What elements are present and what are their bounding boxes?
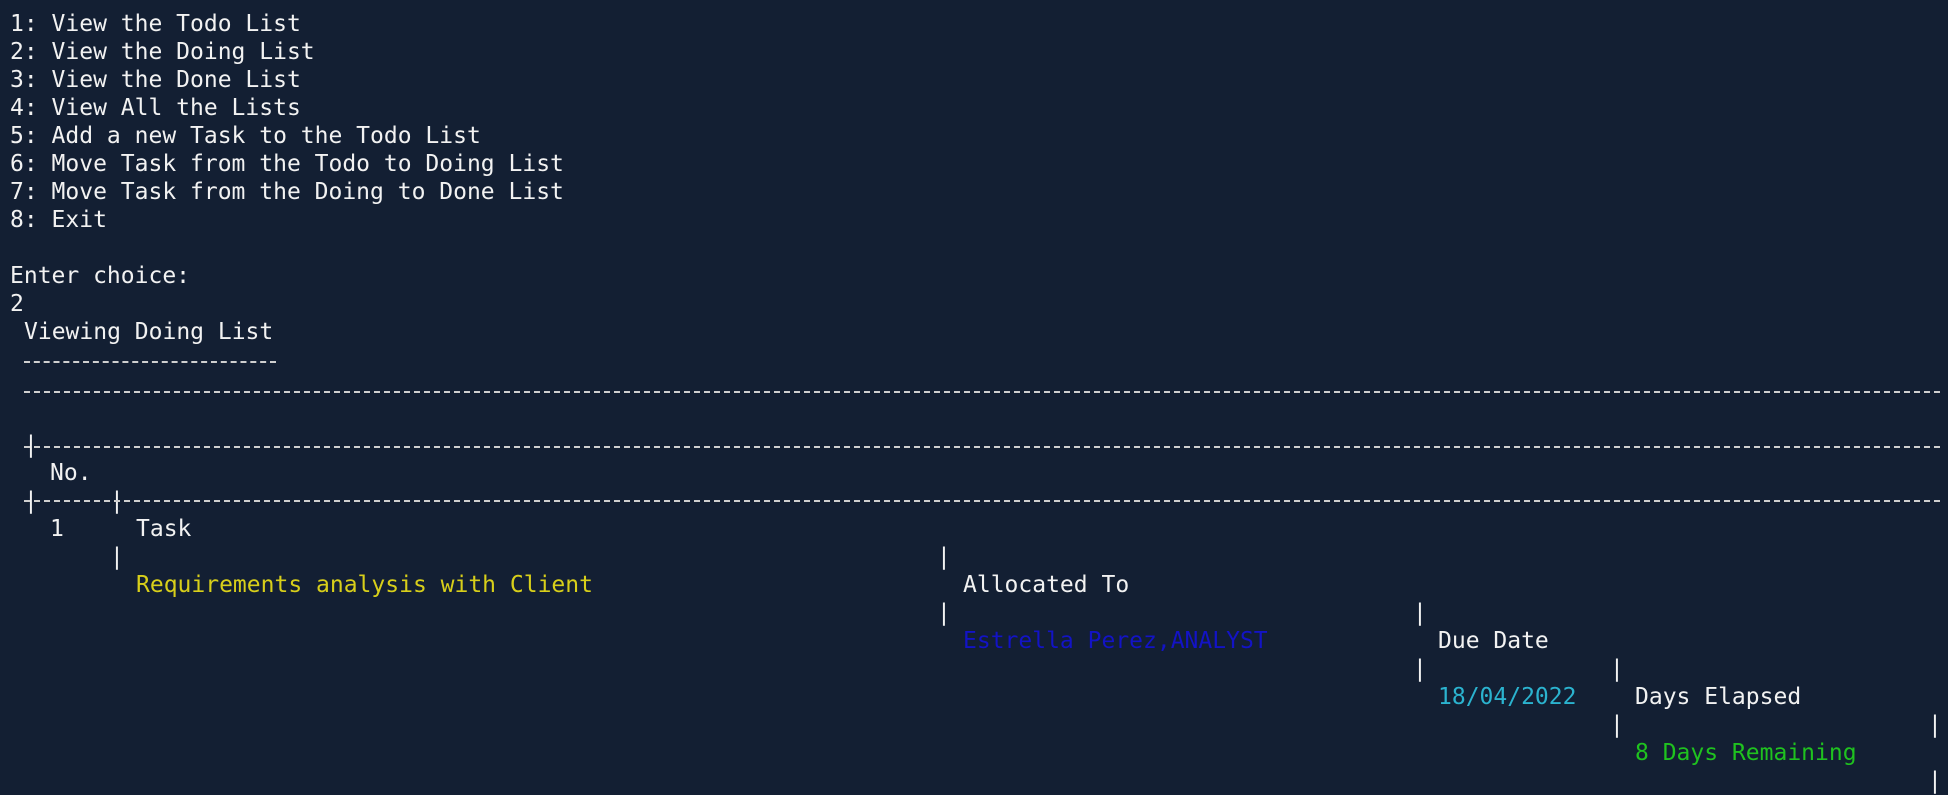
row-task: Requirements analysis with Client (136, 572, 593, 598)
header-no: No. (50, 460, 92, 486)
prompt-label: Enter choice: (10, 263, 191, 289)
table-border: | (1610, 712, 1624, 738)
row-allocated-to: Estrella Perez,ANALYST (963, 628, 1268, 654)
menu-item-2: 2: View the Doing List (10, 39, 315, 65)
table-border: | (1928, 768, 1942, 794)
header-due-date: Due Date (1438, 628, 1549, 654)
table-header-divider (24, 446, 1940, 448)
header-allocated-to: Allocated To (963, 572, 1130, 598)
table-bottom-border (24, 500, 1940, 502)
row-due-date: 18/04/2022 (1438, 684, 1577, 710)
header-task: Task (136, 516, 192, 542)
prompt-input[interactable]: 2 (10, 290, 564, 318)
menu-item-1: 1: View the Todo List (10, 11, 301, 37)
row-days-elapsed: 8 Days Remaining (1635, 740, 1857, 766)
menu-item-6: 6: Move Task from the Todo to Doing List (10, 151, 564, 177)
section-title-underline (24, 361, 276, 363)
table-border: | (24, 432, 38, 458)
menu-item-5: 5: Add a new Task to the Todo List (10, 123, 481, 149)
table-border: | (937, 600, 951, 626)
table-border: | (937, 544, 951, 570)
table-border: | (1413, 656, 1427, 682)
table-border: | (110, 544, 124, 570)
menu-item-4: 4: View All the Lists (10, 95, 301, 121)
menu-item-3: 3: View the Done List (10, 67, 301, 93)
table-row: | 1 | Requirements analysis with Client … (24, 459, 1942, 794)
terminal-output: 1: View the Todo List 2: View the Doing … (10, 10, 564, 346)
table-border: | (1413, 600, 1427, 626)
menu-item-8: 8: Exit (10, 207, 107, 233)
table-header-row: | No. | Task | Allocated To | Due Date |… (24, 403, 1942, 738)
table-top-border (24, 391, 1940, 393)
header-days-elapsed: Days Elapsed (1635, 684, 1802, 710)
table-border: | (1928, 712, 1942, 738)
section-title: Viewing Doing List (24, 319, 274, 345)
row-no: 1 (50, 516, 64, 542)
table-border: | (1610, 656, 1624, 682)
menu-item-7: 7: Move Task from the Doing to Done List (10, 179, 564, 205)
